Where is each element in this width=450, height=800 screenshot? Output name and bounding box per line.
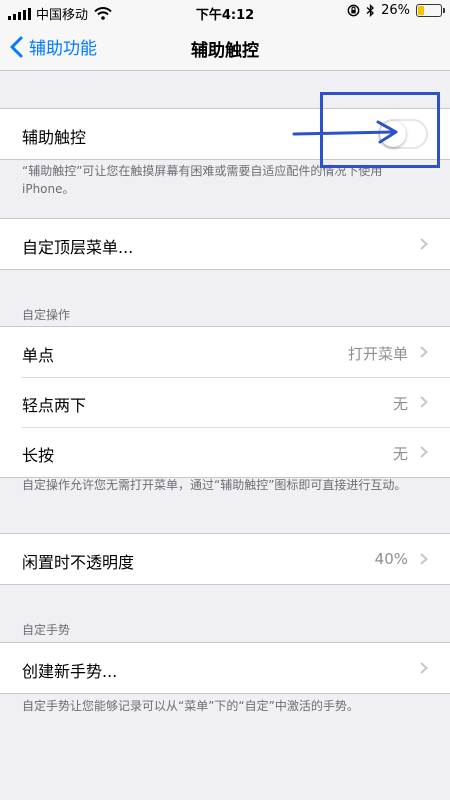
custom-gestures-footer: 自定手势让您能够记录可以从“菜单”下的“自定”中激活的手势。 [22,699,359,713]
navigation-bar: 辅助功能 辅助触控 [0,24,450,71]
idle-opacity-label: 闲置时不透明度 [22,553,135,572]
top-menu-group: 自定顶层菜单... [0,218,450,270]
chevron-right-icon [420,346,428,358]
single-tap-value: 打开菜单 [347,345,408,363]
custom-gestures-header: 自定手势 [22,623,71,637]
chevron-right-icon [420,446,428,458]
top-menu-label: 自定顶层菜单... [22,238,134,257]
double-tap-value: 无 [392,395,408,413]
status-bar: 中国移动 下午4:12 26% [0,0,450,24]
top-menu-row[interactable]: 自定顶层菜单... [0,219,450,269]
custom-actions-group: 单点 打开菜单 轻点两下 无 长按 无 [0,326,450,478]
idle-opacity-value: 40% [374,550,408,568]
page-title: 辅助触控 [191,41,259,61]
chevron-right-icon [420,553,428,565]
idle-opacity-group: 闲置时不透明度 40% [0,533,450,585]
bluetooth-icon [366,4,375,17]
battery-icon [416,4,445,17]
idle-opacity-row[interactable]: 闲置时不透明度 40% [0,534,450,584]
rotation-lock-icon [347,4,360,17]
chevron-right-icon [420,662,428,674]
chevron-right-icon [420,238,428,250]
battery-percentage: 26% [381,3,410,18]
create-gesture-row[interactable]: 创建新手势... [0,643,450,693]
long-press-label: 长按 [22,446,55,465]
long-press-value: 无 [392,445,408,463]
double-tap-row[interactable]: 轻点两下 无 [0,377,450,427]
long-press-row[interactable]: 长按 无 [0,427,450,477]
create-gesture-label: 创建新手势... [22,662,118,681]
custom-gestures-group: 创建新手势... [0,642,450,694]
custom-actions-header: 自定操作 [22,308,71,322]
assistive-touch-label: 辅助触控 [22,128,87,147]
single-tap-label: 单点 [22,346,55,365]
single-tap-row[interactable]: 单点 打开菜单 [0,327,450,377]
double-tap-label: 轻点两下 [22,396,87,415]
custom-actions-footer: 自定操作允许您无需打开菜单，通过“辅助触控”图标即可直接进行互动。 [22,478,407,492]
annotation-arrow-icon [292,120,398,144]
chevron-right-icon [420,396,428,408]
